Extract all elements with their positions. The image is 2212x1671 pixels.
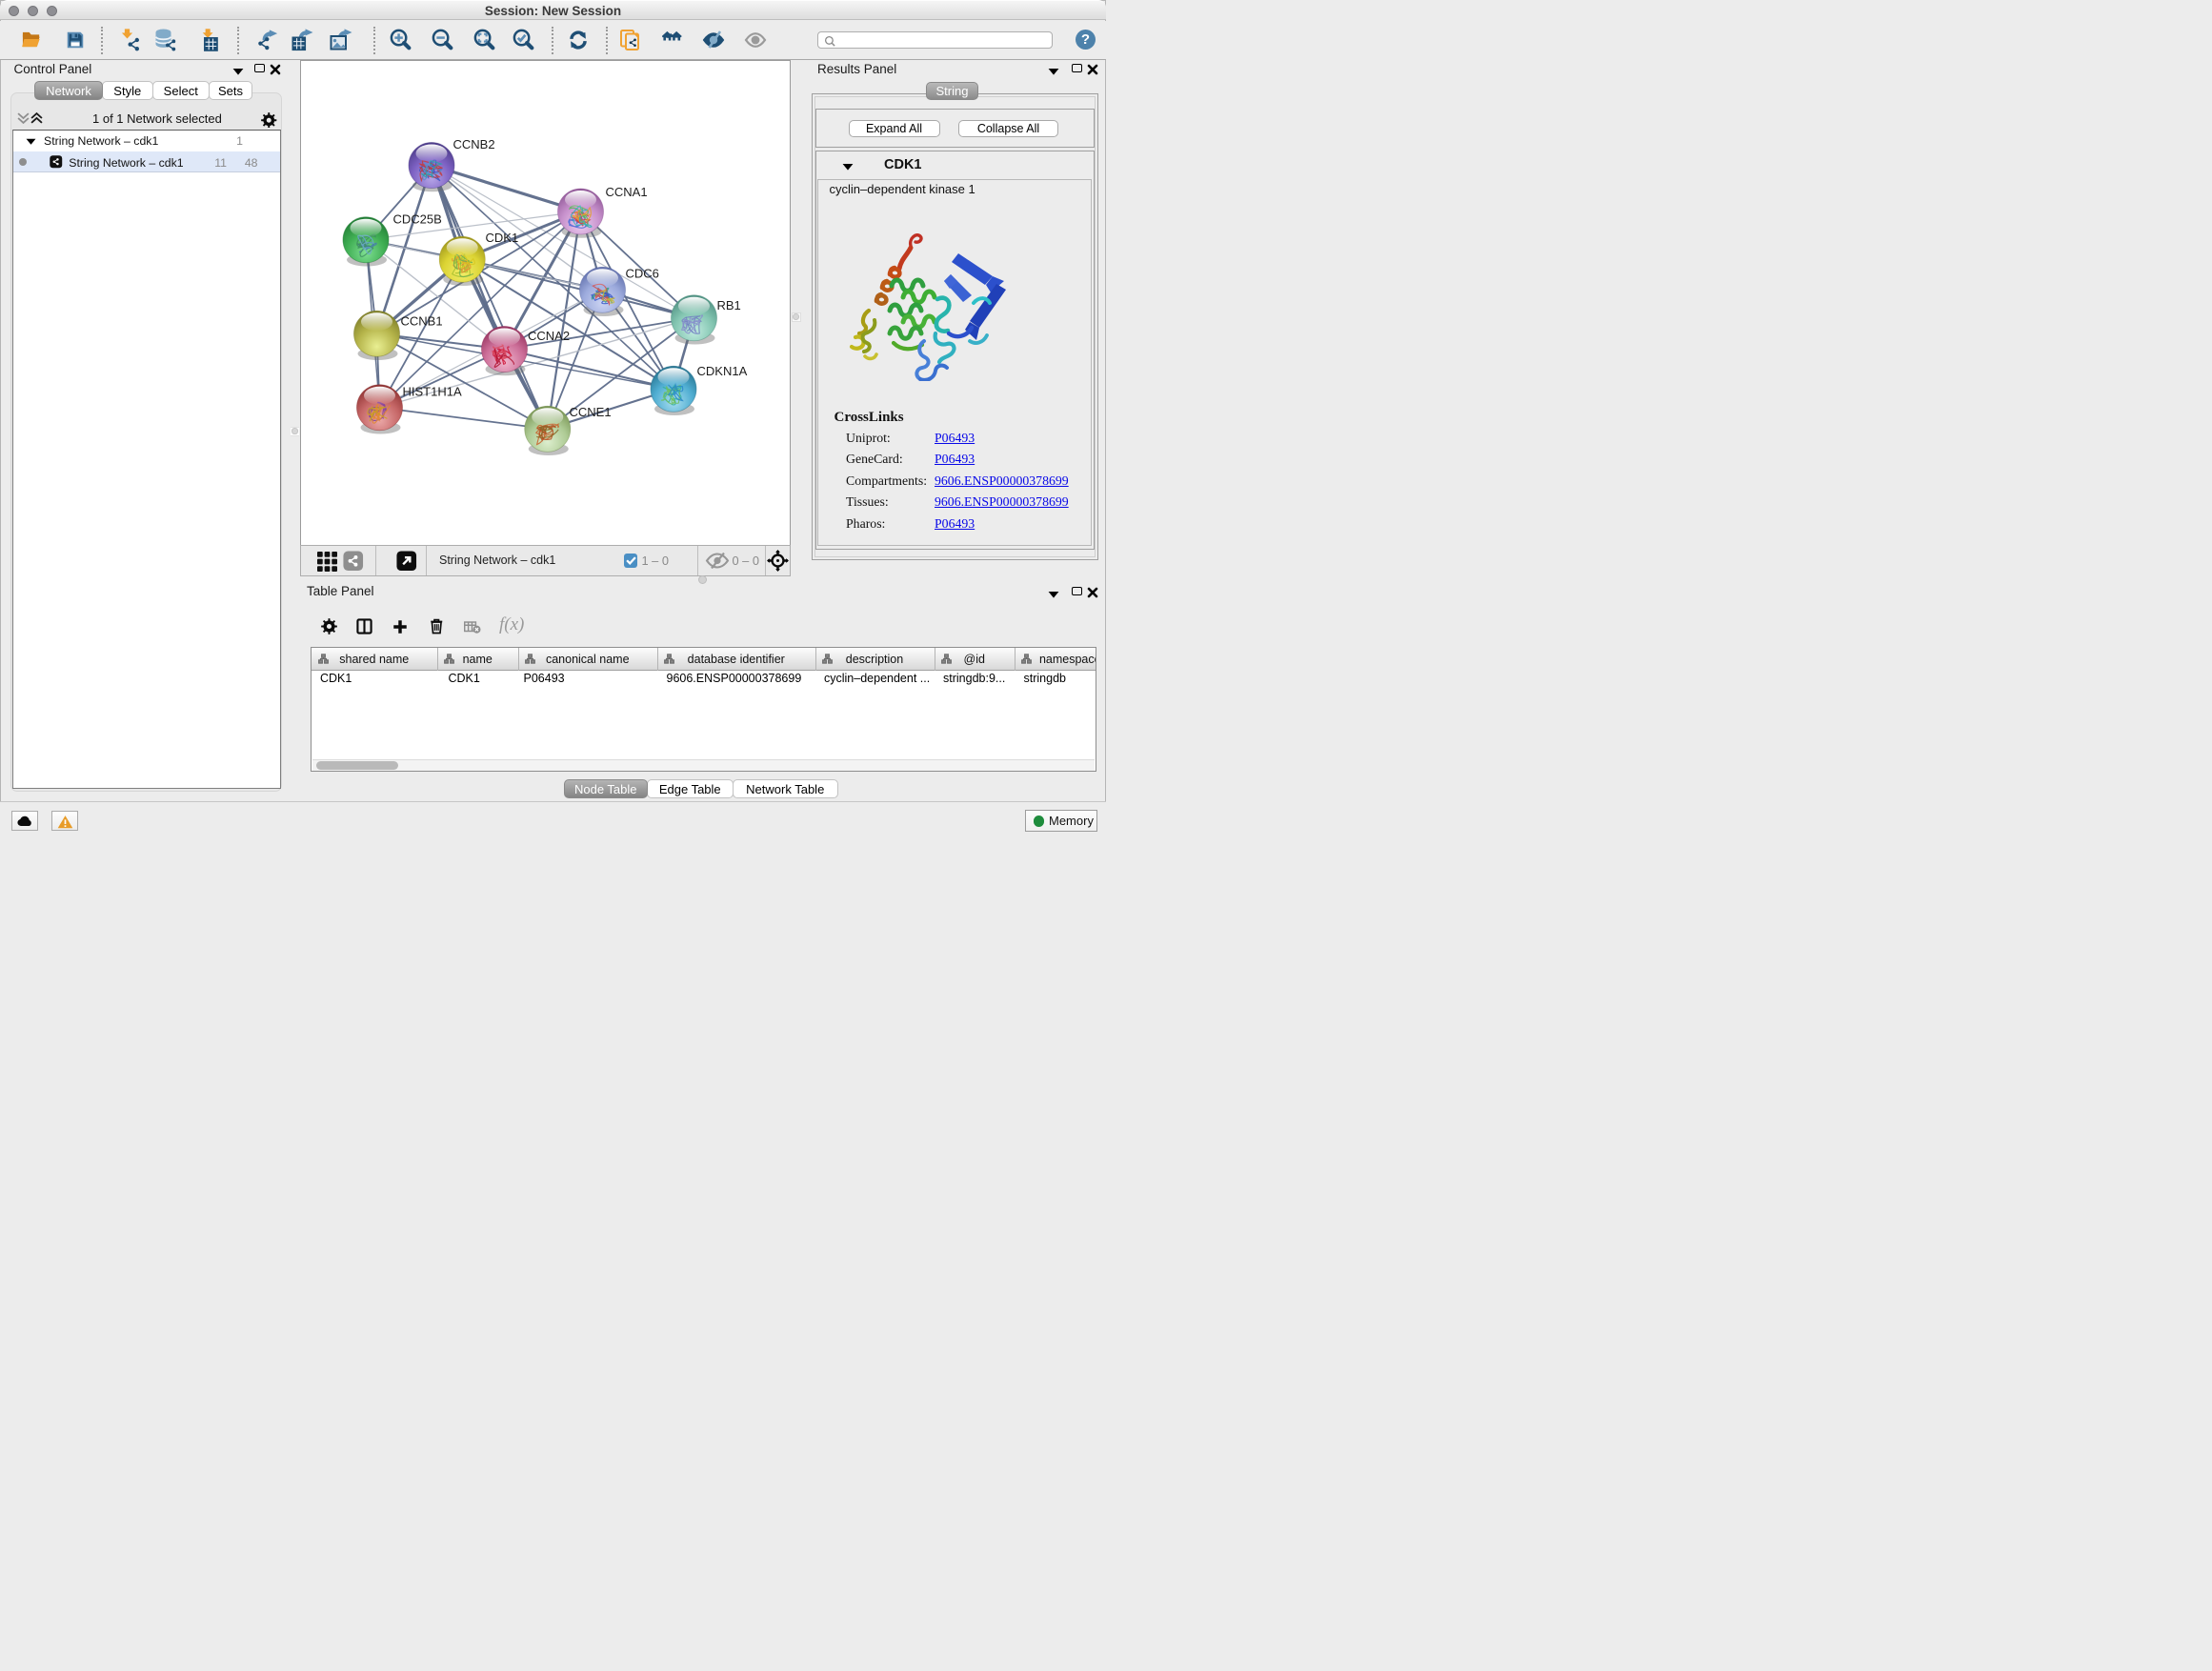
svg-text:CCNA1: CCNA1 xyxy=(605,185,647,199)
svg-text:CCNB1: CCNB1 xyxy=(400,313,442,328)
svg-text:CDK1: CDK1 xyxy=(485,231,518,245)
svg-text:CCNA2: CCNA2 xyxy=(528,329,570,343)
svg-text:CDC25B: CDC25B xyxy=(392,211,441,226)
svg-text:CCNB2: CCNB2 xyxy=(452,137,494,151)
svg-text:CDC6: CDC6 xyxy=(625,266,658,280)
svg-text:CDKN1A: CDKN1A xyxy=(696,364,747,378)
svg-text:HIST1H1A: HIST1H1A xyxy=(402,384,461,398)
svg-text:CCNE1: CCNE1 xyxy=(569,405,611,419)
svg-text:RB1: RB1 xyxy=(716,298,740,312)
